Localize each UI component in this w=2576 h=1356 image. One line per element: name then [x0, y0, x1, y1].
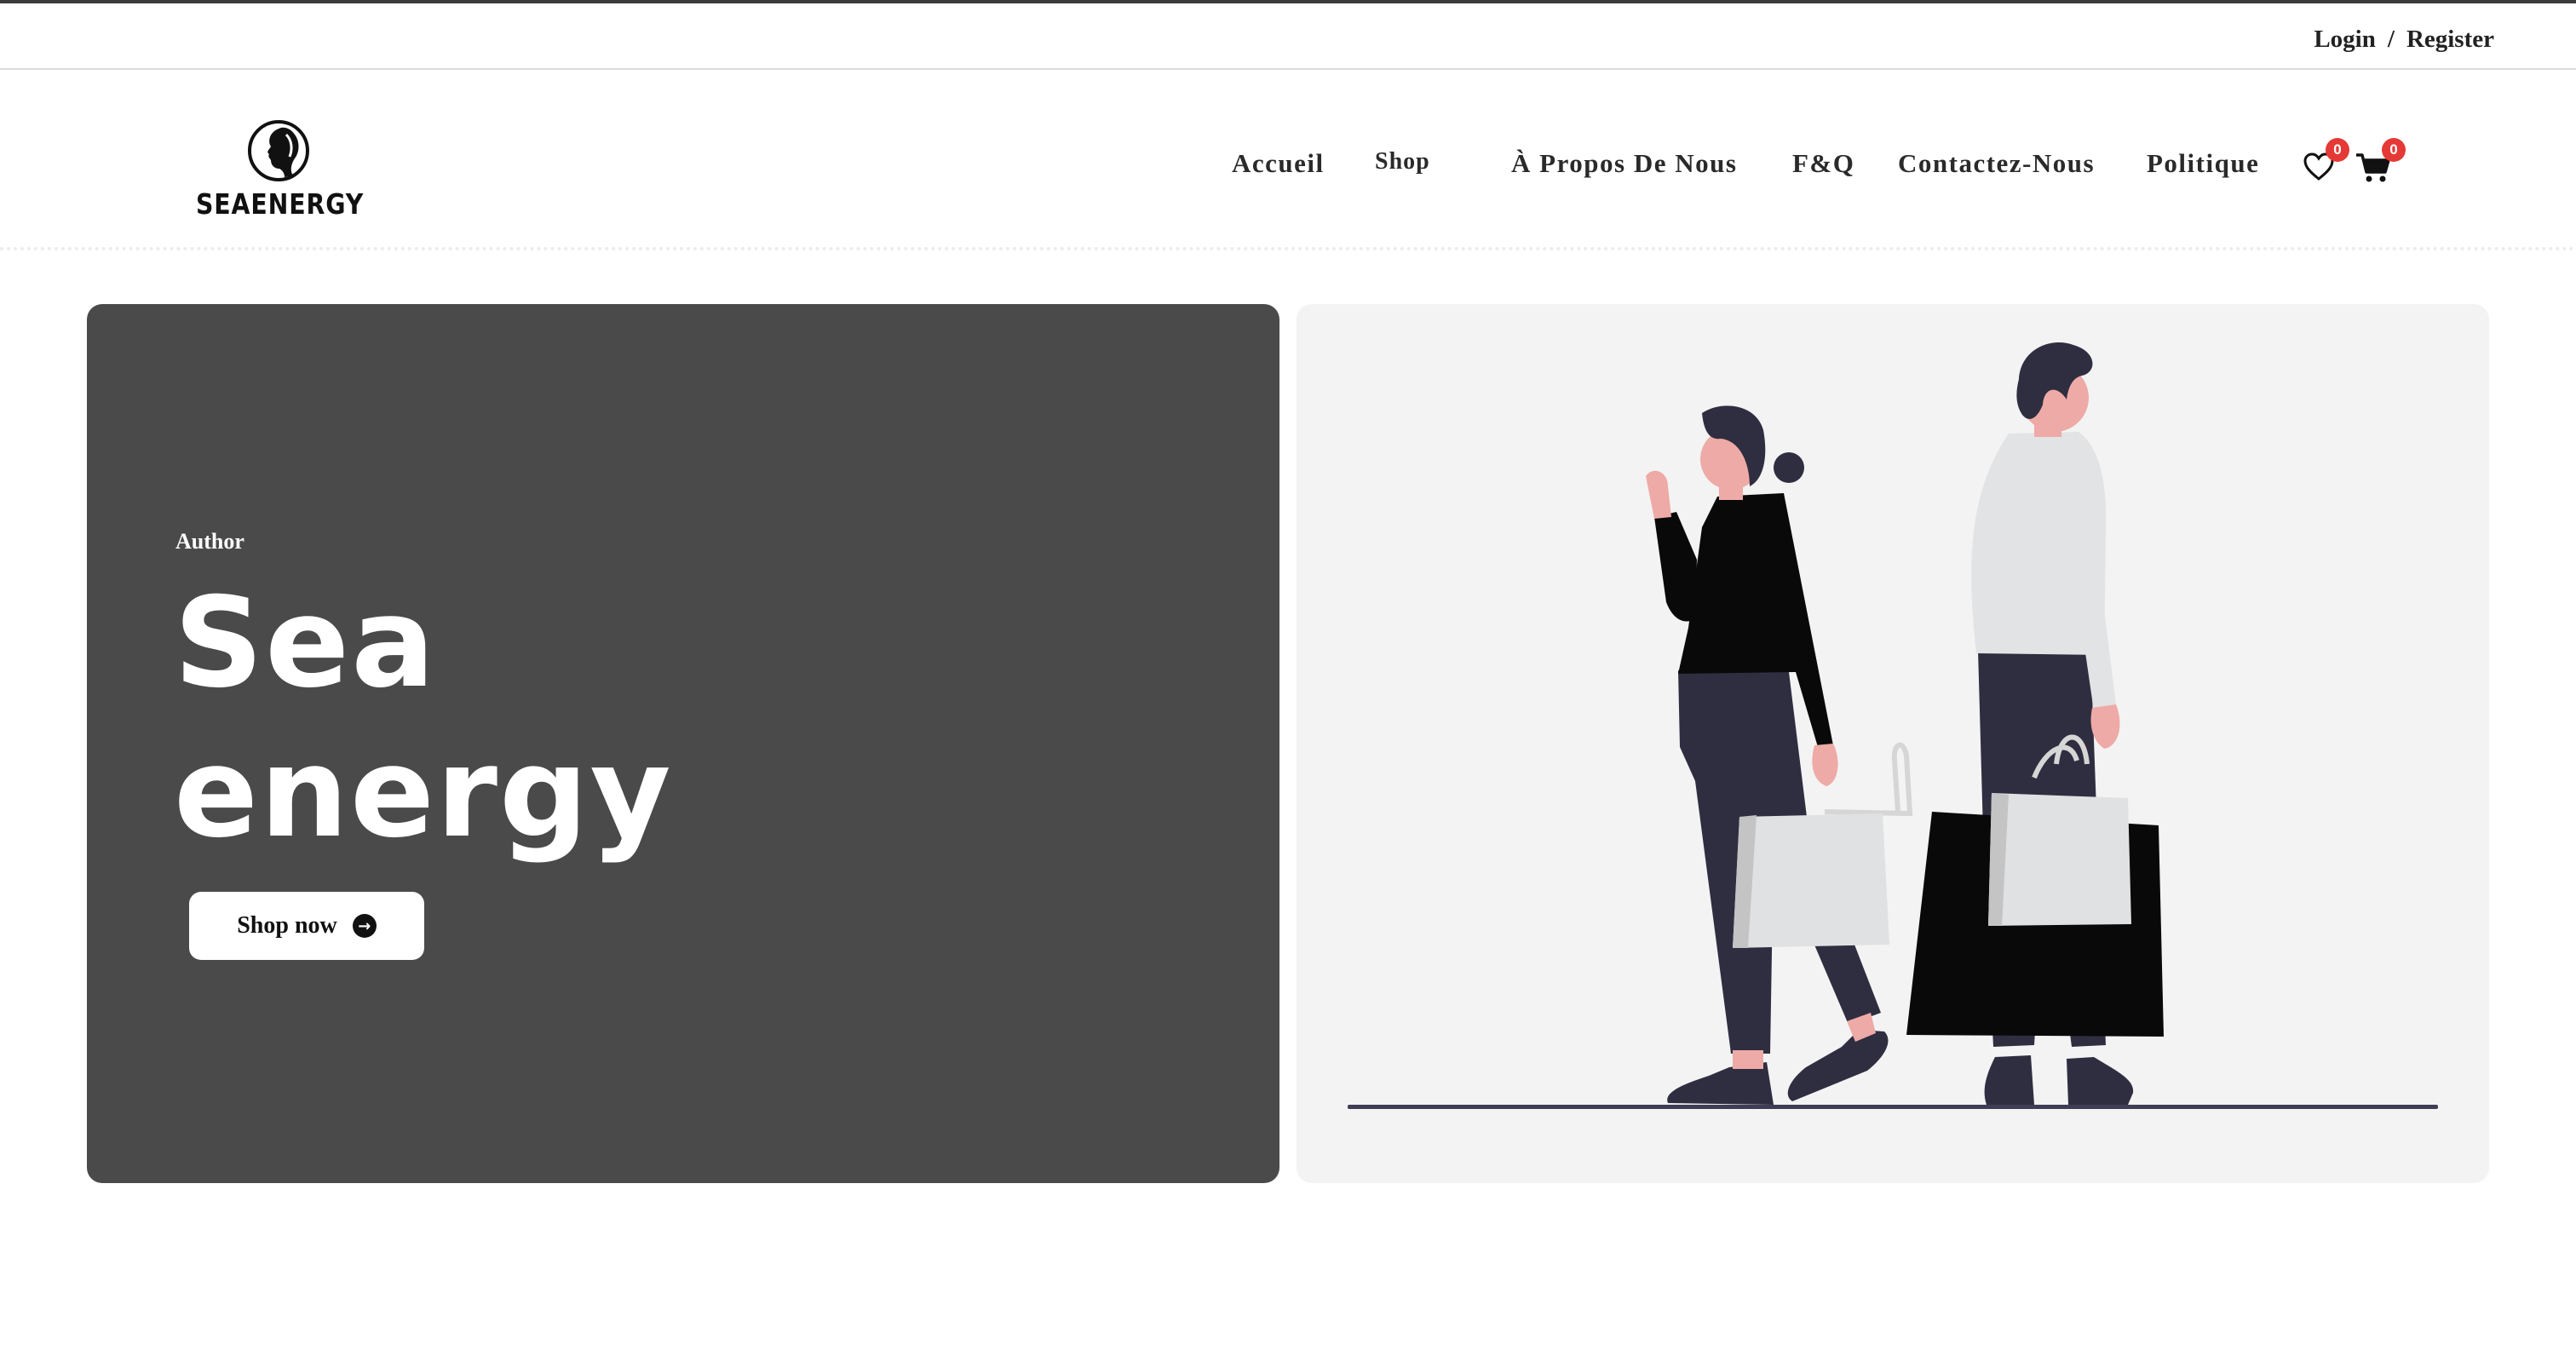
top-bar: Login / Register [0, 3, 2576, 70]
nav-item-faq[interactable]: F&Q [1792, 148, 1854, 179]
hero-eyebrow: Author [175, 529, 244, 554]
main-nav: Accueil Shop À Propos De Nous F&Q Contac… [0, 148, 2576, 199]
hero-illustration-panel [1297, 304, 2489, 1183]
hero-banner: Author Sea energy Shop now → [87, 304, 1279, 1183]
header-divider [0, 247, 2576, 250]
cart-count-badge: 0 [2382, 138, 2406, 162]
nav-item-contact[interactable]: Contactez-Nous [1898, 148, 2095, 179]
wishlist-button[interactable]: 0 [2302, 138, 2349, 181]
login-link[interactable]: Login [2314, 26, 2376, 54]
site-header: SEAENERGY Accueil Shop À Propos De Nous … [0, 72, 2576, 247]
nav-item-accueil[interactable]: Accueil [1232, 148, 1325, 179]
auth-separator: / [2387, 26, 2395, 53]
nav-item-a-propos[interactable]: À Propos De Nous [1511, 148, 1737, 179]
wishlist-count-badge: 0 [2326, 138, 2349, 162]
shoppers-illustration [1348, 342, 2438, 1109]
arrow-right-circle-icon: → [352, 914, 377, 938]
shop-now-label: Shop now [237, 912, 337, 939]
hero-title: Sea energy [174, 571, 673, 865]
nav-item-shop[interactable]: Shop [1375, 148, 1430, 175]
shop-now-button[interactable]: Shop now → [189, 892, 424, 960]
cart-button[interactable]: 0 [2355, 138, 2406, 182]
nav-item-politique[interactable]: Politique [2147, 148, 2259, 179]
auth-links: Login / Register [2314, 26, 2494, 54]
register-link[interactable]: Register [2406, 26, 2494, 54]
